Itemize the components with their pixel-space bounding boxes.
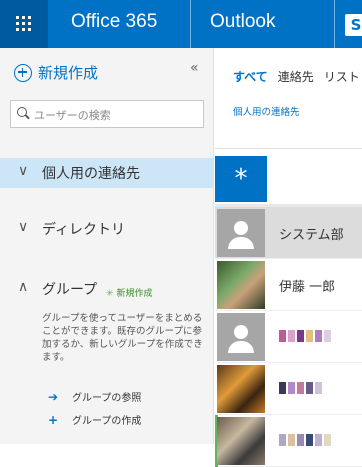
suite-header: Office 365 Outlook S (0, 0, 362, 48)
person-icon-body (228, 237, 254, 249)
chevron-down-icon: ∨ (18, 219, 29, 235)
navigation-pane: 新規作成 « ユーザーの検索 ∨ 個人用の連絡先 ∨ ディレクトリ ∧ グループ… (0, 48, 214, 444)
filter-lists[interactable]: リスト (324, 70, 360, 84)
contact-row[interactable] (215, 363, 362, 415)
contact-row[interactable]: 伊藤 一郎 (215, 259, 362, 311)
search-icon (17, 107, 27, 117)
filter-all[interactable]: すべて (233, 70, 268, 84)
contact-row[interactable]: システム部 (215, 207, 362, 259)
app-title[interactable]: Outlook (210, 11, 275, 33)
groups-description: グループを使ってユーザーをまとめることができます。既存のグループに参加するか、新… (42, 313, 203, 363)
header-divider (190, 0, 191, 48)
pixelated-name (279, 434, 331, 446)
app-launcher-icon[interactable] (0, 0, 48, 48)
new-group-link[interactable]: ✳ 新規作成 (106, 286, 153, 299)
collapse-pane-icon[interactable]: « (190, 60, 199, 76)
contact-name: システム部 (279, 228, 344, 243)
divider (215, 148, 362, 149)
arrow-right-icon: ➔ (48, 389, 59, 404)
filter-contacts[interactable]: 連絡先 (278, 70, 314, 84)
contact-row[interactable] (215, 415, 362, 467)
contact-row[interactable] (215, 311, 362, 363)
nav-item-label: ディレクトリ (42, 222, 126, 238)
avatar (217, 365, 265, 413)
nav-item-directory[interactable]: ∨ ディレクトリ (0, 214, 214, 244)
header-divider (334, 0, 335, 48)
chevron-up-icon: ∧ (18, 279, 29, 295)
new-contact-button[interactable]: 新規作成 (14, 62, 98, 83)
favorites-index-button[interactable]: * (215, 156, 267, 202)
nav-item-my-contacts[interactable]: ∨ 個人用の連絡先 (0, 158, 214, 188)
chevron-down-icon: ∨ (18, 163, 29, 179)
contact-name: 伊藤 一郎 (279, 280, 336, 295)
breadcrumb[interactable]: 個人用の連絡先 (233, 104, 300, 118)
pixelated-name (279, 330, 331, 342)
avatar (217, 209, 265, 257)
new-group-label: 新規作成 (116, 289, 153, 299)
person-icon-body (228, 341, 254, 353)
people-search-input[interactable]: ユーザーの検索 (10, 100, 204, 128)
contact-list-pane: すべて 連絡先 リスト 個人用の連絡先 * システム部 伊藤 一郎 (215, 48, 362, 467)
search-placeholder: ユーザーの検索 (34, 109, 111, 122)
nav-item-label: グループ (42, 282, 98, 298)
skype-icon[interactable]: S (345, 14, 362, 36)
sparkle-icon: ✳ (106, 289, 114, 299)
nav-item-label: 個人用の連絡先 (42, 166, 140, 182)
create-group-label: グループの作成 (72, 416, 142, 427)
browse-groups-label: グループの参照 (72, 393, 142, 404)
person-icon (234, 221, 248, 235)
create-group-link[interactable]: + グループの作成 (48, 412, 142, 428)
suite-title[interactable]: Office 365 (71, 11, 157, 33)
new-contact-label: 新規作成 (38, 64, 99, 82)
avatar (217, 313, 265, 361)
plus-icon: + (48, 412, 59, 427)
add-circle-icon (14, 63, 32, 82)
person-icon (234, 325, 248, 339)
filter-tabs: すべて 連絡先 リスト (233, 68, 362, 85)
avatar (217, 261, 265, 309)
avatar (217, 417, 265, 465)
browse-groups-link[interactable]: ➔ グループの参照 (48, 389, 142, 405)
pixelated-name (279, 382, 322, 394)
